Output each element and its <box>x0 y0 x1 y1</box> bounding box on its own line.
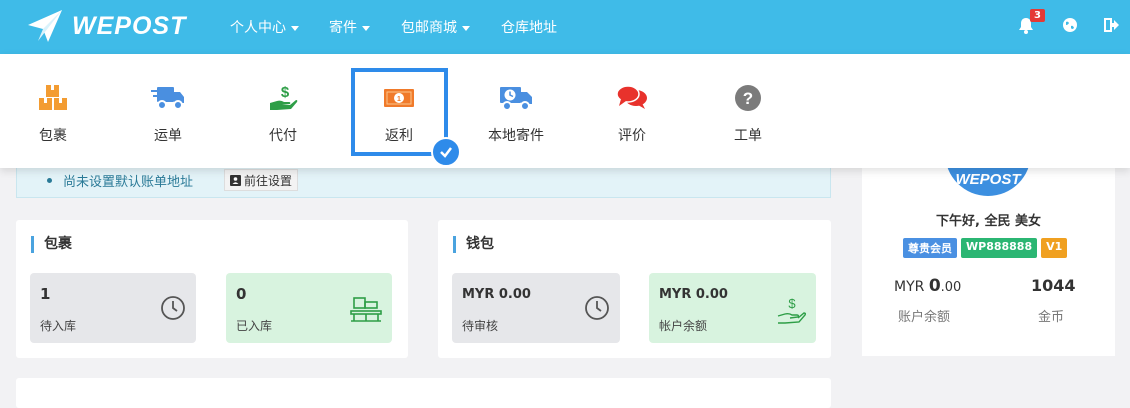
chevron-down-icon <box>362 25 370 31</box>
sign-out-icon[interactable] <box>1104 17 1120 33</box>
quick-item-label: 本地寄件 <box>488 128 544 144</box>
stat-label: 待入库 <box>40 319 77 333</box>
logo-text: WEPOST <box>72 11 187 40</box>
quick-menu-panel: 包裹 运单 $ 代付 1 返利 本地寄件 评价 ? 工单 <box>0 54 1130 168</box>
member-id-tag: WP888888 <box>961 238 1038 258</box>
stat-label: 帐户余额 <box>659 319 708 333</box>
review-stat[interactable]: MYR 0.00 待审核 <box>452 273 620 343</box>
svg-text:$: $ <box>788 296 796 311</box>
stat-value: MYR 0.00 <box>659 287 728 302</box>
stat-value: 0 <box>236 285 247 303</box>
pending-stat[interactable]: 1 待入库 <box>30 273 196 343</box>
top-navbar: WEPOST 个人中心 寄件 包邮商城 仓库地址 3 <box>0 0 1130 54</box>
quick-item-label: 工单 <box>734 128 762 144</box>
balance-value: MYR 0.00 <box>894 276 962 296</box>
coins-label: 金币 <box>1038 310 1065 325</box>
check-icon <box>431 137 461 167</box>
packages-card: 包裹 1 待入库 0 已入库 <box>16 220 408 358</box>
stored-stat[interactable]: 0 已入库 <box>226 273 392 343</box>
chevron-down-icon <box>291 25 299 31</box>
paper-plane-icon <box>28 10 62 42</box>
address-card-icon <box>230 174 241 186</box>
coins-value: 1044 <box>1031 276 1076 295</box>
quick-item-reviews[interactable]: 评价 <box>587 82 677 145</box>
member-tags: 尊贵会员 WP888888 V1 <box>903 238 1068 258</box>
avatar-text: WEPOST <box>955 171 1022 188</box>
stat-label: 待审核 <box>462 319 499 333</box>
question-circle-icon: ? <box>735 85 761 111</box>
greeting: 下午好, 全民 美女 <box>936 214 1041 229</box>
vip-tag: 尊贵会员 <box>903 238 957 258</box>
svg-text:$: $ <box>281 84 290 101</box>
brand-logo[interactable]: WEPOST <box>26 8 186 44</box>
balance-stat[interactable]: MYR 0.00 帐户余额 $ <box>649 273 816 343</box>
card-title: 包裹 <box>31 236 72 253</box>
quick-item-label: 评价 <box>618 128 646 144</box>
delivery-truck-icon <box>151 87 184 110</box>
quick-item-waybills[interactable]: 运单 <box>123 82 213 145</box>
quick-item-packages[interactable]: 包裹 <box>8 82 98 145</box>
quick-item-label: 代付 <box>269 128 297 144</box>
notification-badge: 3 <box>1030 9 1045 22</box>
nav-send[interactable]: 寄件 <box>329 17 370 37</box>
level-tag: V1 <box>1041 238 1068 258</box>
bullet <box>47 178 52 183</box>
goto-settings-button[interactable]: 前往设置 <box>224 169 299 191</box>
nav-warehouse-address[interactable]: 仓库地址 <box>501 17 557 37</box>
bottom-card <box>16 378 831 408</box>
packages-icon <box>39 85 67 110</box>
clock-icon <box>161 296 185 320</box>
nav-free-shipping-mall[interactable]: 包邮商城 <box>401 17 470 37</box>
quick-item-local-shipping[interactable]: 本地寄件 <box>471 82 561 145</box>
warehouse-boxes-icon <box>350 297 382 322</box>
comments-icon <box>616 85 647 109</box>
nav-personal-center[interactable]: 个人中心 <box>230 17 299 37</box>
quick-item-label: 运单 <box>154 128 182 144</box>
globe-icon[interactable] <box>1062 17 1078 33</box>
stat-value: 1 <box>40 285 51 303</box>
quick-item-payment-agent[interactable]: $ 代付 <box>238 82 328 145</box>
clock-icon <box>585 296 609 320</box>
stat-label: 已入库 <box>236 319 273 333</box>
balance-label: 账户余额 <box>898 310 951 325</box>
hand-dollar-icon: $ <box>777 296 806 324</box>
svg-text:?: ? <box>743 89 753 108</box>
chevron-down-icon <box>462 25 470 31</box>
quick-item-label: 包裹 <box>39 128 67 144</box>
wallet-card: 钱包 MYR 0.00 待审核 MYR 0.00 帐户余额 $ <box>438 220 831 358</box>
hand-dollar-icon: $ <box>270 84 298 110</box>
truck-clock-icon <box>500 87 532 111</box>
quick-item-tickets[interactable]: ? 工单 <box>703 82 793 145</box>
stat-value: MYR 0.00 <box>462 287 531 302</box>
notice-text: 尚未设置默认账单地址 <box>63 175 194 190</box>
card-title: 钱包 <box>453 236 494 253</box>
